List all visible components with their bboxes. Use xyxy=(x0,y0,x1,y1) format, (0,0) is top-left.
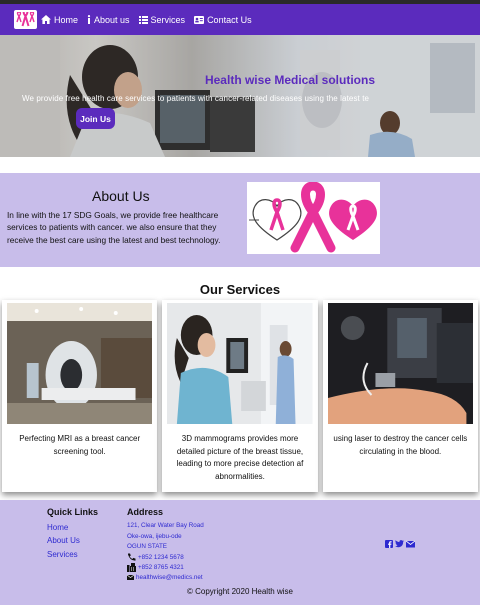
about-heading: About Us xyxy=(92,188,150,204)
nav-home-label: Home xyxy=(54,14,79,25)
service-caption-laser: using laser to destroy the cancer cells … xyxy=(333,434,468,456)
quick-links-heading: Quick Links xyxy=(47,507,99,517)
copyright: © Copyright 2020 Health wise xyxy=(187,587,293,596)
about-section: About Us In line with the 17 SDG Goals, … xyxy=(0,173,480,267)
hero-title: Health wise Medical solutions xyxy=(204,73,376,87)
hero-subtitle: We provide free health care services to … xyxy=(22,94,370,103)
address-line-3: OGUN STATE xyxy=(127,543,167,550)
navbar: Home About us Services Contact Us xyxy=(0,4,480,35)
address-line-2: Oke-owa, ijebu-ode xyxy=(127,533,182,540)
nav-contact[interactable]: Contact Us xyxy=(194,15,252,25)
info-icon xyxy=(87,15,91,24)
phone-number: +852 1234 5678 xyxy=(138,553,184,561)
home-icon xyxy=(41,15,51,24)
envelope-icon xyxy=(127,575,134,580)
phone-icon xyxy=(128,553,136,561)
twitter-icon[interactable] xyxy=(395,540,404,548)
address-line-1: 121, Clear Water Bay Road xyxy=(127,522,204,529)
about-body: In line with the 17 SDG Goals, we provid… xyxy=(7,210,221,245)
footer-link-home[interactable]: Home xyxy=(47,523,68,532)
service-card-mri[interactable]: Perfecting MRI as a breast cancer screen… xyxy=(2,300,158,492)
social-icons xyxy=(385,540,415,548)
nav-contact-label: Contact Us xyxy=(207,14,252,25)
email-icon[interactable] xyxy=(406,540,415,548)
phone-row[interactable]: +852 1234 5678 xyxy=(127,553,184,561)
join-us-button[interactable]: Join Us xyxy=(76,108,115,129)
services-cards: Perfecting MRI as a breast cancer screen… xyxy=(0,300,480,492)
mammogram-photo xyxy=(167,303,313,424)
hero-banner: Health wise Medical solutions We provide… xyxy=(0,35,480,157)
service-caption-mammogram: 3D mammograms provides more detailed pic… xyxy=(176,434,304,481)
nav-home[interactable]: Home xyxy=(41,15,78,25)
facebook-icon[interactable] xyxy=(385,540,393,548)
fax-icon xyxy=(127,563,136,572)
address-heading: Address xyxy=(127,507,164,517)
fax-number: +852 8765 4321 xyxy=(138,564,184,571)
email-address: healthwise@medics.net xyxy=(136,574,203,581)
nav-services[interactable]: Services xyxy=(138,14,186,25)
email-row[interactable]: healthwise@medics.net xyxy=(127,574,203,581)
contact-card-icon xyxy=(194,15,205,24)
nav-services-label: Services xyxy=(150,14,186,25)
fax-row[interactable]: +852 8765 4321 xyxy=(127,563,184,572)
nav-about[interactable]: About us xyxy=(87,15,130,25)
service-card-laser[interactable]: using laser to destroy the cancer cells … xyxy=(322,300,478,492)
nav-about-label: About us xyxy=(94,14,130,25)
footer: Quick Links Home About Us Services Addre… xyxy=(0,500,480,605)
laser-treatment-photo xyxy=(327,303,473,424)
list-icon xyxy=(138,15,148,24)
footer-link-services[interactable]: Services xyxy=(47,550,78,559)
services-heading: Our Services xyxy=(199,282,281,297)
mri-scanner-photo xyxy=(7,303,153,424)
service-card-mammogram[interactable]: 3D mammograms provides more detailed pic… xyxy=(162,300,318,492)
cancer-ribbon-image xyxy=(247,181,380,254)
ribbon-logo[interactable] xyxy=(14,10,37,29)
service-caption-mri: Perfecting MRI as a breast cancer screen… xyxy=(19,434,141,456)
footer-link-about[interactable]: About Us xyxy=(47,536,80,545)
